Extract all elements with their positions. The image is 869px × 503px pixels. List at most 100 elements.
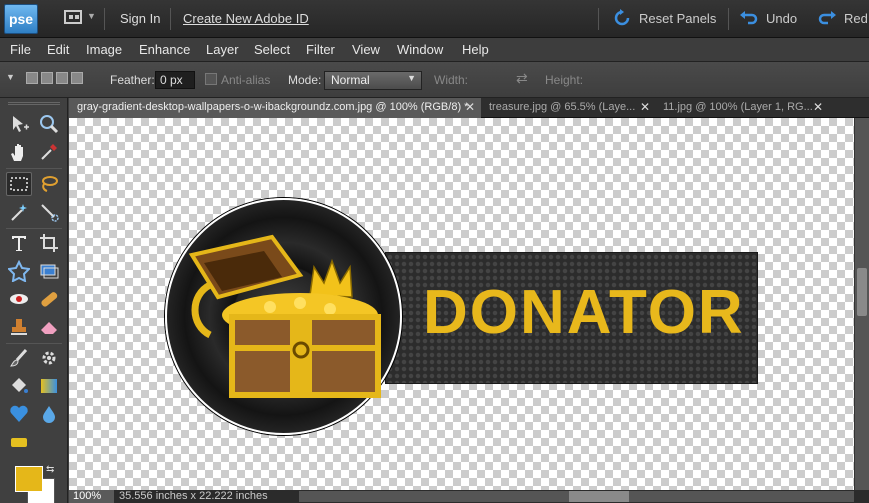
workspace-dropdown-icon[interactable]: ▼ <box>87 11 96 21</box>
create-adobe-id-link[interactable]: Create New Adobe ID <box>183 11 309 26</box>
menu-image[interactable]: Image <box>86 42 122 57</box>
horizontal-scroll-thumb[interactable] <box>569 491 629 502</box>
magic-wand-tool[interactable] <box>6 200 32 224</box>
magic-wand-icon <box>11 204 27 221</box>
vertical-scrollbar[interactable] <box>854 118 869 490</box>
type-tool[interactable] <box>6 231 32 255</box>
gradient-tool[interactable] <box>36 374 62 398</box>
eyedropper-tool[interactable] <box>36 140 62 164</box>
red-eye-tool[interactable] <box>6 287 32 311</box>
menu-view[interactable]: View <box>352 42 380 57</box>
sign-in-link[interactable]: Sign In <box>120 11 160 26</box>
tab-gray-gradient[interactable]: gray-gradient-desktop-wallpapers-o-w-iba… <box>69 98 481 118</box>
status-bar: 100% 35.556 inches x 22.222 inches <box>69 490 869 503</box>
smart-brush-tool[interactable] <box>36 346 62 370</box>
quick-selection-tool[interactable] <box>36 200 62 224</box>
menu-bar: File Edit Image Enhance Layer Select Fil… <box>0 38 869 62</box>
close-icon[interactable]: ✕ <box>813 100 823 114</box>
lasso-icon <box>42 176 58 192</box>
stamp-icon <box>11 319 27 335</box>
healing-brush-tool[interactable] <box>36 287 62 311</box>
intersect-selection-icon[interactable] <box>71 72 83 84</box>
mode-value: Normal <box>331 73 370 87</box>
straighten-tool[interactable] <box>36 259 62 283</box>
quick-selection-icon <box>41 204 59 222</box>
drop-icon <box>43 406 55 423</box>
swap-icon[interactable]: ⇄ <box>516 70 528 87</box>
document-dimensions: 35.556 inches x 22.222 inches <box>119 490 268 502</box>
menu-help[interactable]: Help <box>462 42 489 57</box>
new-selection-icon[interactable] <box>26 72 38 84</box>
bandage-icon <box>41 292 58 307</box>
horizontal-scrollbar[interactable] <box>299 491 854 502</box>
sponge-tool[interactable] <box>6 430 32 454</box>
redo-icon <box>818 11 836 25</box>
crop-tool[interactable] <box>36 231 62 255</box>
workspace-icon[interactable] <box>64 10 82 24</box>
move-icon <box>13 116 29 132</box>
toolbox: ⇆ <box>0 98 68 503</box>
separator <box>104 8 105 30</box>
menu-filter[interactable]: Filter <box>306 42 335 57</box>
clone-stamp-tool[interactable] <box>6 315 32 339</box>
width-label: Width: <box>434 73 469 87</box>
brush-icon <box>10 348 28 367</box>
sponge-icon <box>11 438 27 447</box>
subtract-selection-icon[interactable] <box>56 72 68 84</box>
gear-icon <box>42 351 56 365</box>
tab-treasure[interactable]: treasure.jpg @ 65.5% (Laye... <box>481 98 651 118</box>
menu-edit[interactable]: Edit <box>47 42 69 57</box>
eyedropper-icon <box>41 144 57 160</box>
divider <box>6 343 62 344</box>
mode-select[interactable]: Normal ▼ <box>324 71 422 90</box>
zoom-icon <box>40 115 59 134</box>
cookie-cutter-tool[interactable] <box>6 259 32 283</box>
swap-colors-icon[interactable]: ⇆ <box>46 464 54 475</box>
mode-label: Mode: <box>288 73 322 87</box>
add-selection-icon[interactable] <box>41 72 53 84</box>
close-icon[interactable]: ✕ <box>465 100 475 114</box>
hand-tool[interactable] <box>6 140 32 164</box>
cookie-cutter-icon <box>8 260 30 282</box>
app-logo: pse <box>4 4 38 34</box>
menu-window[interactable]: Window <box>397 42 443 57</box>
undo-label: Undo <box>766 10 798 26</box>
top-bar: pse ▼ Sign In Create New Adobe ID Reset … <box>0 0 869 38</box>
blur-tool[interactable] <box>36 402 62 426</box>
tab-label: gray-gradient-desktop-wallpapers-o-w-iba… <box>77 101 469 113</box>
toolbox-grip[interactable] <box>8 102 60 105</box>
foreground-color-swatch[interactable] <box>15 466 43 492</box>
crop-icon <box>40 234 58 252</box>
custom-shape-tool[interactable] <box>6 402 32 426</box>
eraser-tool[interactable] <box>36 315 62 339</box>
zoom-level[interactable]: 100% <box>69 490 114 503</box>
selection-mode-buttons[interactable] <box>26 72 83 84</box>
feather-input[interactable]: 0 px <box>155 71 195 89</box>
marquee-tool[interactable] <box>6 172 32 196</box>
brush-tool[interactable] <box>6 346 32 370</box>
anti-alias-checkbox[interactable] <box>205 73 217 85</box>
menu-select[interactable]: Select <box>254 42 290 57</box>
paint-bucket-tool[interactable] <box>6 374 32 398</box>
reset-icon <box>614 9 630 26</box>
paint-bucket-icon <box>12 378 28 393</box>
gradient-icon <box>41 379 57 393</box>
menu-layer[interactable]: Layer <box>206 42 239 57</box>
undo-button[interactable]: Undo <box>740 7 797 29</box>
menu-enhance[interactable]: Enhance <box>139 42 190 57</box>
vertical-scroll-thumb[interactable] <box>857 268 867 316</box>
tool-preset-dropdown-icon[interactable]: ▼ <box>6 72 15 82</box>
close-icon[interactable]: ✕ <box>640 100 650 114</box>
divider <box>6 228 62 229</box>
separator <box>598 8 599 30</box>
treasure-chest-image <box>188 234 381 398</box>
reset-panels-button[interactable]: Reset Panels <box>613 7 716 29</box>
menu-file[interactable]: File <box>10 42 31 57</box>
photoshop-elements-window: pse ▼ Sign In Create New Adobe ID Reset … <box>0 0 869 503</box>
move-tool[interactable] <box>6 112 32 136</box>
lasso-tool[interactable] <box>36 172 62 196</box>
tab-11[interactable]: 11.jpg @ 100% (Layer 1, RG... <box>655 98 825 118</box>
redo-button[interactable]: Red <box>818 7 868 29</box>
zoom-tool[interactable] <box>36 112 62 136</box>
height-label: Height: <box>545 73 584 87</box>
